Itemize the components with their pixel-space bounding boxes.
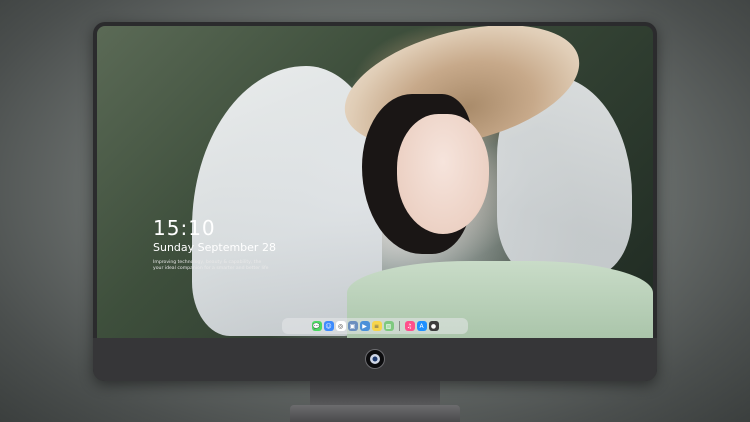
messages-icon[interactable]: 💬 [311,321,322,331]
lock-clock: 15:10 [153,216,216,240]
music-icon[interactable]: ♫ [404,321,415,331]
monitor: 15:10 Sunday September 28 Improving tech… [93,22,657,381]
desktop-screen: 15:10 Sunday September 28 Improving tech… [97,26,653,338]
lock-tagline: Improving technology, beauty & capabilit… [153,260,293,272]
dock: 💬 ☺ ◎ ▣ ▶ ≡ ▧ ♫ A ● [282,318,468,334]
monitor-stand-base [290,405,460,422]
wallpaper-face [397,114,489,234]
preview-icon[interactable]: ▣ [347,321,358,331]
safari-icon[interactable]: ◎ [335,321,346,331]
brand-logo-icon [365,349,385,369]
dock-separator [398,321,400,331]
tagline-line-2: your ideal companion for a smarter and b… [153,266,269,271]
photos-icon[interactable]: ▧ [383,321,394,331]
app-store-icon[interactable]: A [416,321,427,331]
clapper-icon[interactable]: ▶ [359,321,370,331]
monitor-stand-neck [310,381,440,407]
notes-icon[interactable]: ≡ [371,321,382,331]
lock-date: Sunday September 28 [153,241,276,254]
finder-icon[interactable]: ☺ [323,321,334,331]
camera-icon[interactable]: ● [428,321,439,331]
